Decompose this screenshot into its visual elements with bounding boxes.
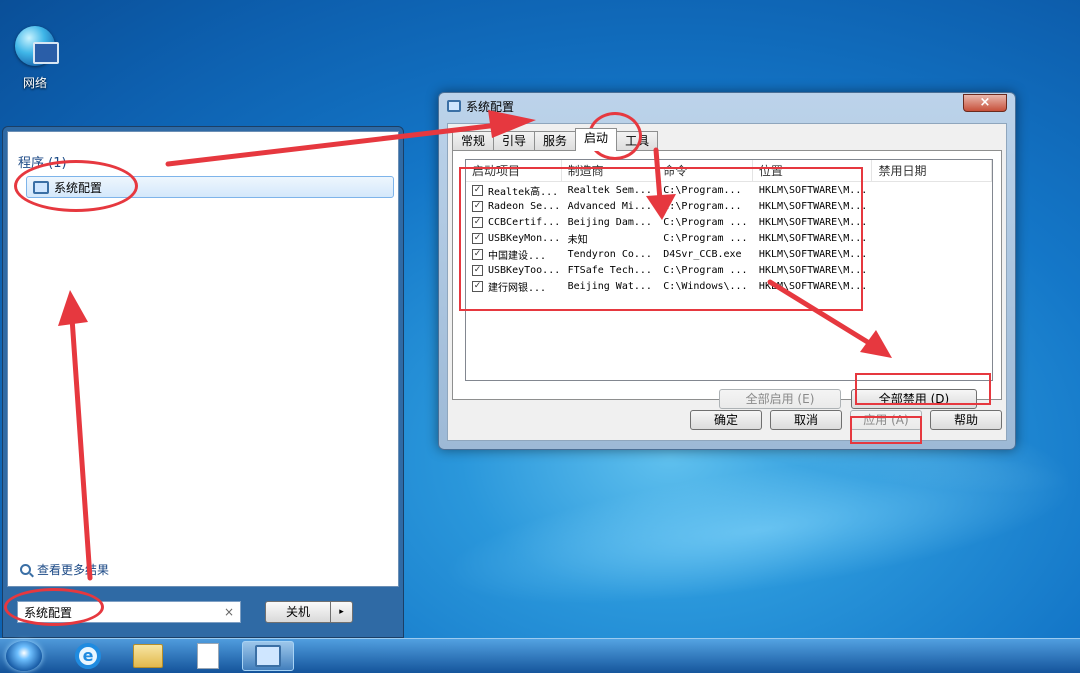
tab-startup[interactable]: 启动 bbox=[575, 128, 618, 151]
window-title-bar[interactable]: 系统配置 bbox=[439, 93, 1015, 119]
annotation-ellipse-search bbox=[4, 588, 104, 626]
close-icon[interactable]: × bbox=[963, 94, 1007, 112]
clear-search-icon[interactable]: × bbox=[224, 605, 234, 619]
annotation-ellipse-result bbox=[14, 160, 138, 212]
network-globe-icon bbox=[15, 26, 59, 66]
file-explorer-icon bbox=[133, 644, 163, 668]
taskbar-explorer-button[interactable] bbox=[122, 641, 174, 671]
enable-all-button[interactable]: 全部启用 (E) bbox=[719, 389, 841, 409]
tab-general[interactable]: 常规 bbox=[452, 131, 495, 151]
annotation-box-apply bbox=[850, 416, 922, 444]
msconfig-icon bbox=[255, 645, 281, 667]
internet-explorer-icon: e bbox=[75, 643, 101, 669]
window-title: 系统配置 bbox=[466, 99, 515, 114]
annotation-box-startup-list bbox=[459, 167, 863, 311]
column-header-disabled-date[interactable]: 禁用日期 bbox=[872, 160, 992, 181]
msconfig-icon bbox=[447, 100, 461, 112]
desktop-icon-label: 网络 bbox=[22, 76, 47, 90]
ok-button[interactable]: 确定 bbox=[690, 410, 762, 430]
search-icon bbox=[20, 564, 31, 575]
annotation-box-disable-all bbox=[855, 373, 991, 405]
shutdown-button[interactable]: 关机 bbox=[265, 601, 331, 623]
shutdown-options-arrow-icon[interactable]: ▸ bbox=[331, 601, 353, 623]
document-icon bbox=[197, 643, 219, 669]
tab-boot[interactable]: 引导 bbox=[493, 131, 536, 151]
start-orb-icon[interactable] bbox=[6, 641, 42, 671]
taskbar-msconfig-button[interactable] bbox=[242, 641, 294, 671]
see-more-label: 查看更多结果 bbox=[37, 563, 110, 577]
cancel-button[interactable]: 取消 bbox=[770, 410, 842, 430]
shutdown-button-group: 关机 ▸ bbox=[265, 601, 353, 623]
taskbar-document-button[interactable] bbox=[182, 641, 234, 671]
see-more-results-link[interactable]: 查看更多结果 bbox=[20, 561, 109, 578]
tab-services[interactable]: 服务 bbox=[534, 131, 577, 151]
desktop-network-icon[interactable]: 网络 bbox=[8, 26, 62, 91]
help-button[interactable]: 帮助 bbox=[930, 410, 1002, 430]
taskbar-ie-button[interactable]: e bbox=[62, 641, 114, 671]
